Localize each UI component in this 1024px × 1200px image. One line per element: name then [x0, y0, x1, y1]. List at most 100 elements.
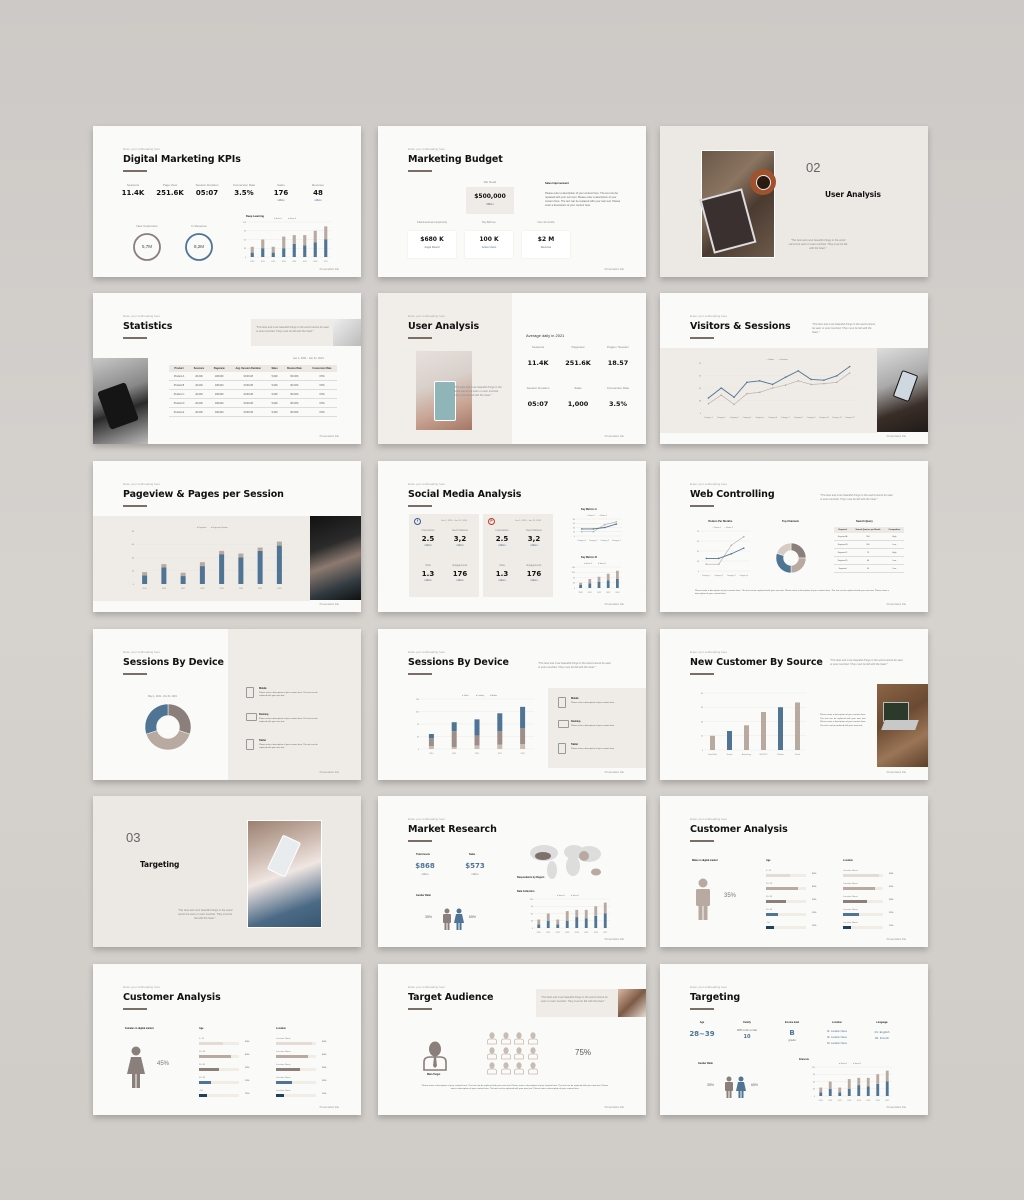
- slide-user-analysis[interactable]: Enter your subheading here User Analysis…: [378, 293, 646, 444]
- slide-pageview[interactable]: Enter your subheading here Pageview & Pa…: [93, 461, 361, 612]
- bar-desktop: [520, 728, 526, 744]
- x-tick-label: Social: [795, 754, 800, 756]
- bar-pageview: [142, 575, 148, 584]
- slide-visitors-sessions[interactable]: Enter your subheading here Visitors & Se…: [660, 293, 928, 444]
- bar-series-2: [584, 909, 588, 919]
- top-channels-chart: [775, 542, 807, 574]
- footer: Presentation title: [886, 435, 906, 438]
- device-text: Please enter a description of your conte…: [571, 702, 615, 704]
- bar-track: [766, 887, 806, 890]
- x-tick-label: 2021: [546, 932, 550, 934]
- bar-series-1: [261, 248, 265, 257]
- slide-targeting[interactable]: Enter your subheading here Targeting Age…: [660, 964, 928, 1115]
- table-cell: Product D: [169, 398, 190, 408]
- y-tick-label: 140: [572, 567, 576, 569]
- slide-sessions-device-bars[interactable]: Enter your subheading here Sessions By D…: [378, 629, 646, 780]
- data-point: [797, 380, 800, 382]
- visitors-per-month-chart: 70 53 35 18 0Category 1 Category 2 Category 3C…: [697, 527, 750, 577]
- slide-sessions-device-donut[interactable]: Enter your subheading here Sessions By D…: [93, 629, 361, 780]
- stat-label: Sales: [574, 386, 582, 390]
- right-panel: [512, 293, 646, 444]
- x-tick-label: 2021: [475, 753, 479, 755]
- slide-market-research[interactable]: Enter your subheading here Market Resear…: [378, 796, 646, 947]
- y-tick-label: 60: [531, 913, 534, 915]
- slide-customer-analysis-female[interactable]: Enter your subheading here Customer Anal…: [93, 964, 361, 1115]
- legend-entry: — Series 1: [712, 527, 721, 529]
- bar-pages-per-session: [199, 562, 205, 567]
- x-tick-label: Category 4: [612, 539, 621, 542]
- targeting-item: 01. English: [874, 1030, 890, 1034]
- bar-track: [766, 900, 806, 903]
- data-point: [784, 384, 787, 386]
- bar-desktop: [428, 738, 434, 747]
- visitors-title: Visitors Per Months: [708, 520, 733, 523]
- data-collection-label: Data Collection: [517, 890, 535, 893]
- male-pct: 35%: [707, 1083, 715, 1087]
- table-cell: Product E: [169, 407, 190, 417]
- slide-customer-analysis-male[interactable]: Enter your subheading here Customer Anal…: [660, 796, 928, 947]
- bar-track: [276, 1081, 316, 1084]
- bar-series-2: [857, 1077, 861, 1086]
- slide-marketing-budget[interactable]: Enter your subheading here Marketing Bud…: [378, 126, 646, 277]
- y-tick-label: 0: [574, 536, 576, 538]
- slide-new-customer-source[interactable]: Enter your subheading here New Customer …: [660, 629, 928, 780]
- x-tick-label: 2019: [429, 753, 433, 755]
- bar: [778, 707, 783, 750]
- slide-statistics[interactable]: Enter your subheading here Statistics "T…: [93, 293, 361, 444]
- slide-title: Market Research: [408, 824, 497, 835]
- y-tick-label: 105: [572, 572, 576, 574]
- x-tick-label: Website: [777, 753, 783, 756]
- x-tick-label: Category 2: [714, 574, 723, 577]
- table-cell: Keyword B: [834, 540, 852, 549]
- stat-value: 11.4K: [527, 359, 549, 367]
- data-point: [742, 547, 745, 549]
- y-tick-label: 0: [698, 571, 700, 573]
- side-text: Please enter a description of your conte…: [545, 192, 621, 207]
- data-point: [746, 381, 748, 384]
- slide-title: Target Audience: [408, 992, 494, 1003]
- data-point: [603, 526, 606, 529]
- title-underline: [690, 505, 714, 507]
- social-card: [483, 514, 553, 597]
- female-icon: [454, 908, 464, 930]
- device-name: Desktop: [259, 713, 269, 716]
- bar-series-2: [292, 235, 296, 244]
- legend-entry: ● Series 2: [288, 218, 296, 220]
- budget-card-sub: Active Users: [481, 246, 497, 249]
- bar-row-label: Location Name: [843, 909, 858, 911]
- table-cell: 00:00:28: [229, 407, 268, 417]
- total-assets-value: $868: [415, 862, 435, 870]
- slide-section-targeting[interactable]: 03 Targeting "The best and most beautifu…: [93, 796, 361, 947]
- slide-target-audience[interactable]: Enter your subheading here Target Audien…: [378, 964, 646, 1115]
- column-header: Bounce Rate: [281, 365, 307, 372]
- slide-social-media[interactable]: Enter your subheading here Social Media …: [378, 461, 646, 612]
- section-number: 02: [806, 160, 821, 175]
- y-tick-label: 60: [573, 519, 576, 521]
- bar-series-2: [847, 1079, 851, 1089]
- table-cell: Keyword C: [834, 548, 852, 557]
- x-tick-label: 2022: [838, 1100, 842, 1102]
- table-cell: 5,000: [267, 389, 282, 399]
- bar: [761, 712, 766, 750]
- metric-label: Engagements: [452, 564, 468, 567]
- device-text: Please enter a description of your conte…: [259, 718, 318, 724]
- legend-entry: ● Pages per Session: [211, 527, 228, 529]
- subheading: Enter your subheading here: [408, 147, 446, 151]
- metric-unit: million: [424, 544, 432, 547]
- bar-row-pct: 50%: [812, 873, 817, 875]
- table-row: Product B 20,000 108,000 00:00:28 5,000 60.00…: [169, 380, 337, 390]
- slide-digital-marketing-kpis[interactable]: Enter your subheading here Digital Marke…: [93, 126, 361, 277]
- y-tick-label: 0: [418, 749, 420, 751]
- data-point: [705, 557, 708, 560]
- device-name: Tablet: [259, 739, 266, 742]
- slide-section-user-analysis[interactable]: 02 User Analysis "The best and most beau…: [660, 126, 928, 277]
- kpi-value: 3.5%: [234, 189, 254, 197]
- bar-mobile: [428, 734, 434, 739]
- bar: [744, 725, 749, 750]
- slide-title: Visitors & Sessions: [690, 321, 791, 332]
- slide-web-controlling[interactable]: Enter your subheading here Web Controlli…: [660, 461, 928, 612]
- world-map: [530, 845, 601, 879]
- bar-fill: [276, 1081, 292, 1084]
- female-pct: 65%: [469, 915, 477, 919]
- stat-label: Sessions: [531, 345, 545, 349]
